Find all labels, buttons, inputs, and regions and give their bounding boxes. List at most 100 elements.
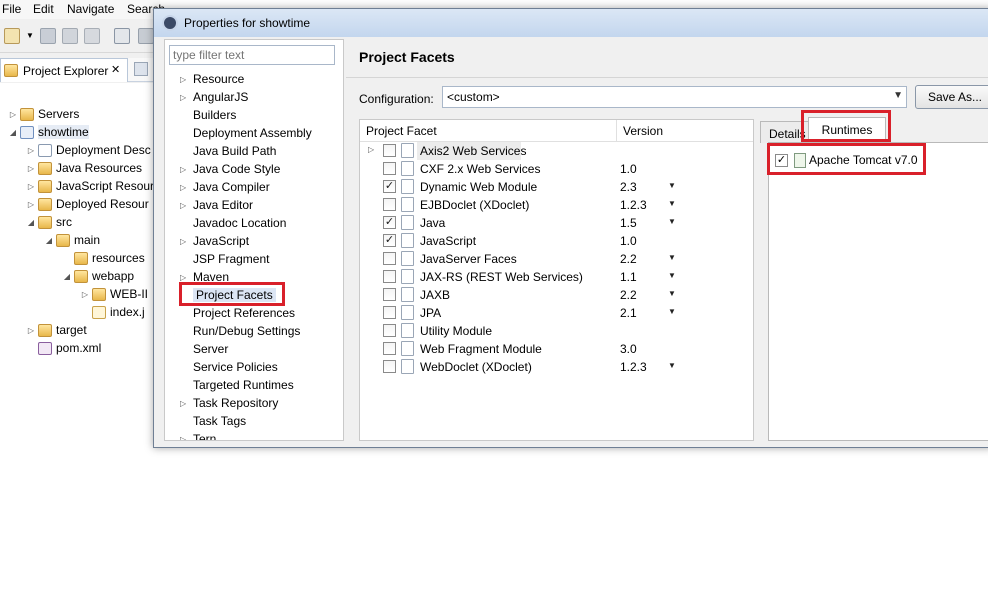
expand-icon[interactable]: ▷	[180, 201, 190, 210]
chevron-down-icon[interactable]: ▼	[26, 31, 34, 47]
facet-checkbox[interactable]	[383, 252, 396, 265]
expand-icon[interactable]: ▷	[180, 399, 190, 408]
collapse-icon[interactable]: ◢	[44, 236, 54, 245]
nav-item-service-policies[interactable]: Service Policies	[165, 358, 343, 376]
facet-row[interactable]: EJBDoclet (XDoclet) 1.2.3 ▼	[360, 196, 753, 214]
nav-item-deployment-assembly[interactable]: Deployment Assembly	[165, 124, 343, 142]
nav-item-resource[interactable]: ▷ Resource	[165, 70, 343, 88]
expand-icon[interactable]: ▷	[180, 435, 190, 441]
new-icon[interactable]	[4, 28, 20, 44]
chevron-down-icon[interactable]: ▼	[668, 217, 676, 226]
expand-icon[interactable]: ▷	[180, 165, 190, 174]
tree-item-resources[interactable]: resources	[62, 249, 145, 267]
facet-checkbox[interactable]	[383, 270, 396, 283]
facet-row[interactable]: ✓ Java 1.5 ▼	[360, 214, 753, 232]
facet-row[interactable]: CXF 2.x Web Services 1.0	[360, 160, 753, 178]
tree-item-showtime[interactable]: ◢ showtime	[8, 123, 89, 141]
chevron-down-icon[interactable]: ▼	[668, 307, 676, 316]
facet-checkbox[interactable]: ✓	[383, 216, 396, 229]
tree-item-deployment-descriptor[interactable]: ▷ Deployment Desc	[26, 141, 151, 159]
runtime-item-tomcat[interactable]: ✓ Apache Tomcat v7.0	[775, 151, 918, 169]
nav-item-javadoc-location[interactable]: Javadoc Location	[165, 214, 343, 232]
tree-item-servers[interactable]: ▷ Servers	[8, 105, 79, 123]
runtime-checkbox[interactable]: ✓	[775, 153, 788, 167]
expand-icon[interactable]: ▷	[180, 273, 190, 282]
project-explorer-tab[interactable]: Project Explorer ✕	[0, 58, 128, 82]
facet-row[interactable]: Utility Module	[360, 322, 753, 340]
facet-version[interactable]: 2.1	[620, 306, 637, 320]
facet-checkbox[interactable]	[383, 342, 396, 355]
facet-version[interactable]: 1.1	[620, 270, 637, 284]
nav-item-builders[interactable]: Builders	[165, 106, 343, 124]
expand-icon[interactable]: ▷	[180, 93, 190, 102]
facet-checkbox[interactable]	[383, 288, 396, 301]
facet-checkbox[interactable]	[383, 360, 396, 373]
tree-item-webapp[interactable]: ◢ webapp	[62, 267, 134, 285]
facet-version[interactable]: 2.2	[620, 252, 637, 266]
nav-item-java-compiler[interactable]: ▷ Java Compiler	[165, 178, 343, 196]
facet-row[interactable]: ✓ Dynamic Web Module 2.3 ▼	[360, 178, 753, 196]
chevron-down-icon[interactable]: ▼	[668, 361, 676, 370]
nav-item-angularjs[interactable]: ▷ AngularJS	[165, 88, 343, 106]
facet-row[interactable]: ▷ Axis2 Web Services	[360, 142, 753, 160]
skip-breakpoints-icon[interactable]	[114, 28, 130, 44]
facet-checkbox[interactable]	[383, 324, 396, 337]
facet-checkbox[interactable]	[383, 144, 396, 157]
facet-row[interactable]: ✓ JavaScript 1.0	[360, 232, 753, 250]
nav-item-jsp-fragment[interactable]: JSP Fragment	[165, 250, 343, 268]
chevron-down-icon[interactable]: ▼	[668, 289, 676, 298]
facet-checkbox[interactable]: ✓	[383, 234, 396, 247]
collapse-icon[interactable]: ◢	[26, 218, 36, 227]
menu-edit[interactable]: Edit	[33, 2, 54, 16]
nav-item-task-tags[interactable]: Task Tags	[165, 412, 343, 430]
column-divider[interactable]	[616, 120, 617, 142]
facet-row[interactable]: JAX-RS (REST Web Services) 1.1 ▼	[360, 268, 753, 286]
tree-item-deployed-resources[interactable]: ▷ Deployed Resour	[26, 195, 149, 213]
save-as-button[interactable]: Save As...	[915, 85, 988, 109]
expand-icon[interactable]: ▷	[26, 326, 36, 335]
expand-icon[interactable]: ▷	[180, 237, 190, 246]
nav-item-java-editor[interactable]: ▷ Java Editor	[165, 196, 343, 214]
facet-row[interactable]: JPA 2.1 ▼	[360, 304, 753, 322]
facet-checkbox[interactable]: ✓	[383, 180, 396, 193]
expand-icon[interactable]: ▷	[8, 110, 18, 119]
facet-version[interactable]: 2.3	[620, 180, 637, 194]
facet-version[interactable]: 1.2.3	[620, 198, 647, 212]
nav-item-java-code-style[interactable]: ▷ Java Code Style	[165, 160, 343, 178]
configuration-select[interactable]: <custom> ▼	[442, 86, 907, 108]
chevron-down-icon[interactable]: ▼	[668, 271, 676, 280]
menu-file[interactable]: File	[2, 2, 21, 16]
header-version[interactable]: Version	[623, 124, 663, 138]
expand-icon[interactable]: ▷	[26, 146, 36, 155]
expand-icon[interactable]: ▷	[26, 200, 36, 209]
tree-item-index[interactable]: index.j	[80, 303, 145, 321]
facet-checkbox[interactable]	[383, 162, 396, 175]
save-icon[interactable]	[40, 28, 56, 44]
header-project-facet[interactable]: Project Facet	[366, 124, 437, 138]
facet-version[interactable]: 1.2.3	[620, 360, 647, 374]
expand-icon[interactable]: ▷	[368, 145, 374, 154]
facet-checkbox[interactable]	[383, 198, 396, 211]
nav-item-javascript[interactable]: ▷ JavaScript	[165, 232, 343, 250]
collapse-icon[interactable]: ◢	[62, 272, 72, 281]
tree-item-src[interactable]: ◢ src	[26, 213, 72, 231]
chevron-down-icon[interactable]: ▼	[668, 253, 676, 262]
chevron-down-icon[interactable]: ▼	[668, 181, 676, 190]
facet-row[interactable]: WebDoclet (XDoclet) 1.2.3 ▼	[360, 358, 753, 376]
collapse-icon[interactable]: ◢	[8, 128, 18, 137]
expand-icon[interactable]: ▷	[26, 182, 36, 191]
chevron-down-icon[interactable]: ▼	[893, 90, 903, 101]
facet-version[interactable]: 1.5	[620, 216, 637, 230]
expand-icon[interactable]: ▷	[26, 164, 36, 173]
facet-checkbox[interactable]	[383, 306, 396, 319]
expand-icon[interactable]: ▷	[80, 290, 90, 299]
save-all-icon[interactable]	[62, 28, 78, 44]
facet-row[interactable]: JAXB 2.2 ▼	[360, 286, 753, 304]
nav-item-server[interactable]: Server	[165, 340, 343, 358]
tree-item-javascript-resources[interactable]: ▷ JavaScript Resour	[26, 177, 154, 195]
nav-item-tern[interactable]: ▷ Tern	[165, 430, 343, 441]
facet-row[interactable]: Web Fragment Module 3.0	[360, 340, 753, 358]
tree-item-java-resources[interactable]: ▷ Java Resources	[26, 159, 142, 177]
nav-item-task-repository[interactable]: ▷ Task Repository	[165, 394, 343, 412]
tree-item-main[interactable]: ◢ main	[44, 231, 100, 249]
